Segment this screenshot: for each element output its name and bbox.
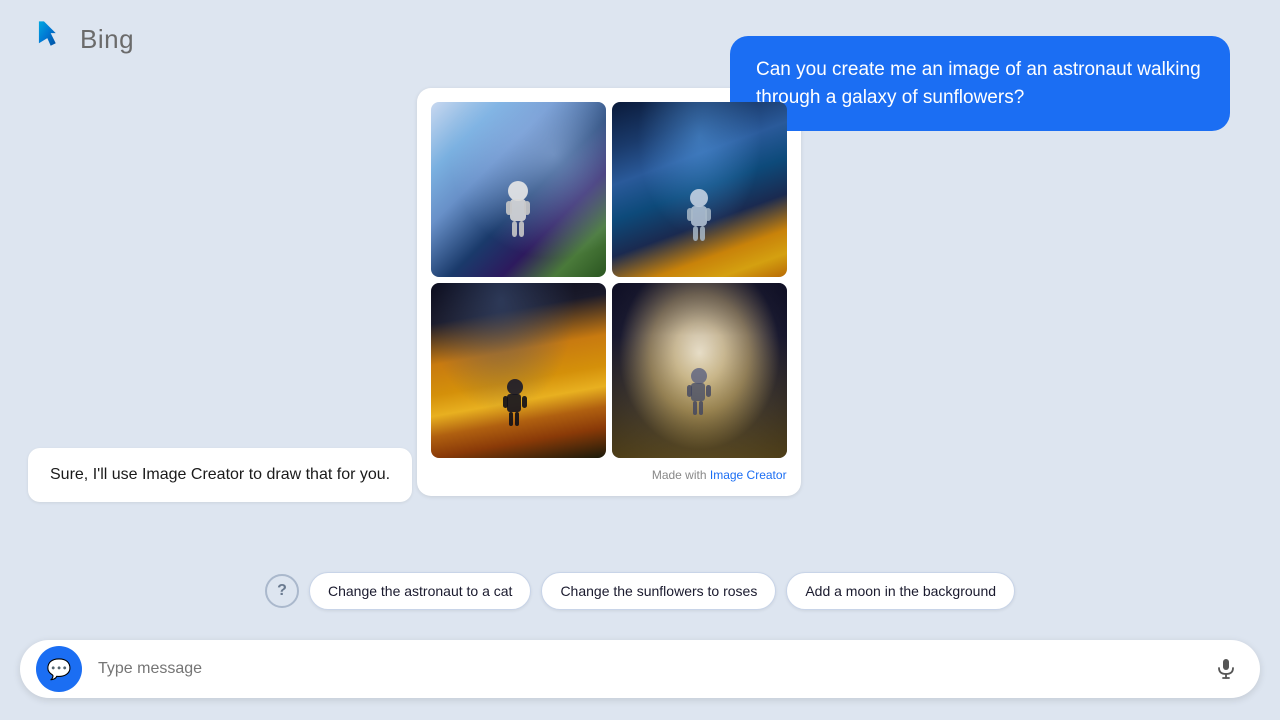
image-grid-container: Made with Image Creator xyxy=(417,88,801,496)
bing-logo-icon xyxy=(28,18,70,60)
user-message-bubble: Can you create me an image of an astrona… xyxy=(730,36,1230,131)
help-icon: ? xyxy=(277,582,287,600)
astronaut-figure-3 xyxy=(502,379,528,437)
generated-image-4[interactable] xyxy=(612,283,787,458)
generated-image-2[interactable] xyxy=(612,102,787,277)
microphone-icon xyxy=(1215,658,1237,680)
generated-image-1[interactable] xyxy=(431,102,606,277)
input-bar: 💬 xyxy=(20,640,1260,698)
ai-response-bubble: Sure, I'll use Image Creator to draw tha… xyxy=(28,448,412,502)
generated-image-3[interactable] xyxy=(431,283,606,458)
astronaut-figure-4 xyxy=(687,368,711,423)
suggestions-row: ? Change the astronaut to a cat Change t… xyxy=(0,572,1280,610)
image-grid xyxy=(431,102,787,458)
chip-cat[interactable]: Change the astronaut to a cat xyxy=(309,572,531,610)
image-creator-link[interactable]: Image Creator xyxy=(710,468,787,482)
microphone-button[interactable] xyxy=(1208,651,1244,687)
chat-area: Sure, I'll use Image Creator to draw tha… xyxy=(0,88,1280,516)
user-message-text: Can you create me an image of an astrona… xyxy=(756,59,1201,108)
app-title: Bing xyxy=(80,24,134,55)
made-with-label: Made with Image Creator xyxy=(431,468,787,482)
chat-send-button[interactable]: 💬 xyxy=(36,646,82,692)
message-input[interactable] xyxy=(90,660,1208,678)
astronaut-figure-2 xyxy=(685,189,713,251)
chip-roses[interactable]: Change the sunflowers to roses xyxy=(541,572,776,610)
astronaut-figure-1 xyxy=(503,181,533,246)
chat-bubble-icon: 💬 xyxy=(47,657,72,682)
chip-moon[interactable]: Add a moon in the background xyxy=(786,572,1015,610)
help-button[interactable]: ? xyxy=(265,574,299,608)
ai-response-text: Sure, I'll use Image Creator to draw tha… xyxy=(50,466,390,483)
